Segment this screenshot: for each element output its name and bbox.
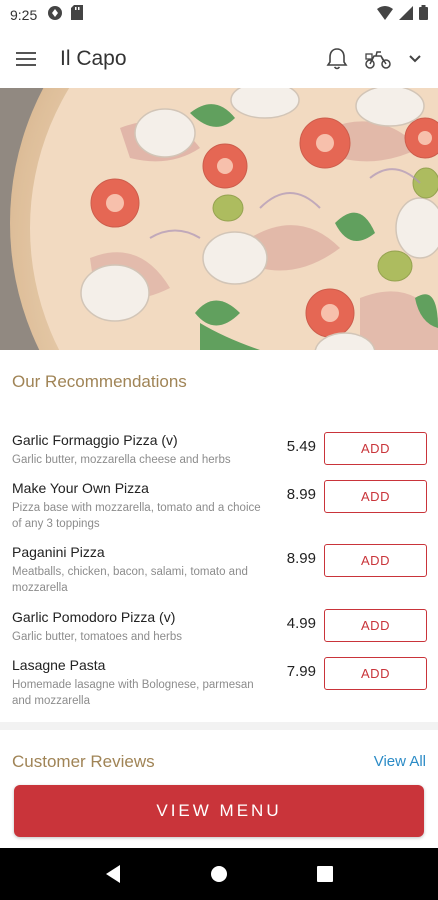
status-left-icons — [47, 5, 84, 26]
reviews-title: Customer Reviews — [12, 752, 155, 771]
notification-app-icon — [47, 5, 63, 26]
back-icon[interactable] — [93, 854, 133, 894]
recommendations-title: Our Recommendations — [12, 372, 187, 391]
section-divider — [0, 722, 438, 730]
item-price: 8.99 — [286, 486, 316, 503]
view-all-link[interactable]: View All — [374, 753, 426, 770]
item-price: 8.99 — [286, 550, 316, 567]
item-description: Meatballs, chicken, bacon, salami, tomat… — [12, 566, 248, 594]
item-name: Garlic Formaggio Pizza (v) — [12, 432, 178, 448]
add-button[interactable]: ADD — [324, 432, 427, 465]
item-name: Garlic Pomodoro Pizza (v) — [12, 609, 176, 625]
add-button[interactable]: ADD — [324, 657, 427, 690]
bell-icon[interactable] — [326, 47, 348, 71]
view-menu-button[interactable]: VIEW MENU — [14, 785, 424, 837]
app-bar: Il Capo — [0, 30, 438, 88]
status-time: 9:25 — [10, 7, 38, 23]
item-description: Garlic butter, tomatoes and herbs — [12, 631, 183, 643]
item-name: Paganini Pizza — [12, 544, 105, 560]
home-icon[interactable] — [199, 854, 239, 894]
signal-icon — [399, 5, 413, 25]
item-description: Pizza base with mozzarella, tomato and a… — [12, 502, 261, 530]
item-price: 5.49 — [286, 438, 316, 455]
status-bar: 9:25 — [0, 0, 438, 30]
sd-card-icon — [71, 5, 84, 25]
add-button[interactable]: ADD — [324, 480, 427, 513]
menu-icon[interactable] — [16, 45, 44, 73]
app-actions — [326, 47, 422, 71]
status-right-icons — [377, 5, 428, 25]
item-name: Make Your Own Pizza — [12, 480, 149, 496]
delivery-icon[interactable] — [364, 48, 392, 70]
item-price: 7.99 — [286, 663, 316, 680]
app-title: Il Capo — [60, 47, 127, 70]
item-name: Lasagne Pasta — [12, 657, 106, 673]
chevron-down-icon[interactable] — [408, 54, 422, 64]
system-nav-bar — [0, 848, 438, 900]
add-button[interactable]: ADD — [324, 609, 427, 642]
item-description: Garlic butter, mozzarella cheese and her… — [12, 454, 231, 466]
hero-pizza-image — [0, 88, 438, 350]
wifi-icon — [377, 5, 393, 25]
add-button[interactable]: ADD — [324, 544, 427, 577]
recents-icon[interactable] — [305, 854, 345, 894]
item-price: 4.99 — [286, 615, 316, 632]
item-description: Homemade lasagne with Bolognese, parmesa… — [12, 679, 254, 707]
battery-icon — [419, 5, 428, 25]
